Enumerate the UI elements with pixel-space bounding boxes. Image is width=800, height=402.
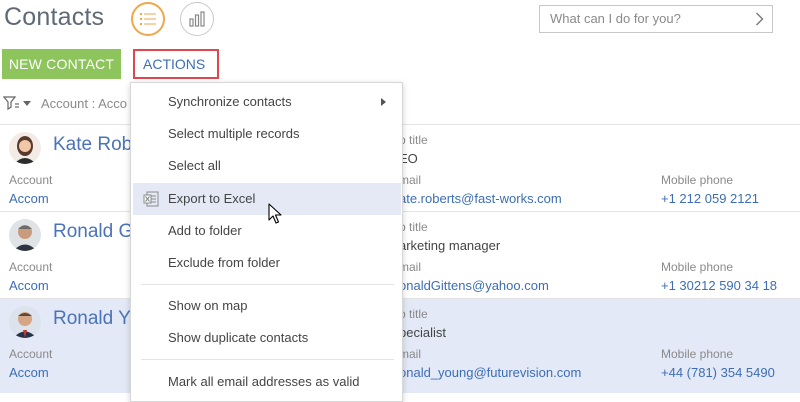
filter-caret-icon[interactable] xyxy=(23,101,31,106)
filter-tag[interactable]: Account : Acco xyxy=(41,96,127,111)
search-placeholder: What can I do for you? xyxy=(550,11,681,26)
filter-icon[interactable] xyxy=(3,96,20,111)
actions-label: ACTIONS xyxy=(143,56,206,72)
contact-name[interactable]: Ronald Yo xyxy=(53,308,140,330)
menu-item-export-to-excel[interactable]: Export to Excel xyxy=(133,183,401,215)
account-label: Account xyxy=(9,347,53,361)
mobile-label: Mobile phone xyxy=(661,173,734,187)
avatar xyxy=(9,132,41,164)
account-link[interactable]: Accom xyxy=(9,191,49,206)
page-title: Contacts xyxy=(4,3,105,31)
mobile-link[interactable]: +1 212 059 2121 xyxy=(661,191,759,206)
new-contact-button[interactable]: NEW CONTACT xyxy=(2,49,121,79)
menu-divider xyxy=(141,359,394,360)
account-link[interactable]: Accom xyxy=(9,365,49,380)
actions-button[interactable]: ACTIONS xyxy=(133,49,219,93)
job-title-label: b title xyxy=(399,133,428,147)
job-title-label: b title xyxy=(399,220,428,234)
bar-chart-icon xyxy=(189,11,205,27)
job-title-value: arketing manager xyxy=(399,238,501,253)
menu-item-show-duplicate-contacts[interactable]: Show duplicate contacts xyxy=(131,322,402,354)
mobile-label: Mobile phone xyxy=(661,260,734,274)
mobile-label: Mobile phone xyxy=(661,347,734,361)
menu-item-select-all[interactable]: Select all xyxy=(131,150,402,182)
mouse-cursor-icon xyxy=(268,203,282,224)
mobile-link[interactable]: +44 (781) 354 5490 xyxy=(661,365,775,380)
menu-item-mark-emails-valid[interactable]: Mark all email addresses as valid xyxy=(131,366,402,398)
chevron-right-icon[interactable] xyxy=(755,12,764,26)
job-title-value: pecialist xyxy=(399,325,446,340)
email-link[interactable]: ate.roberts@fast-works.com xyxy=(399,191,562,206)
avatar xyxy=(9,219,41,251)
menu-item-add-to-folder[interactable]: Add to folder xyxy=(131,215,402,247)
email-link[interactable]: onald_young@futurevision.com xyxy=(399,365,581,380)
menu-item-label: Export to Excel xyxy=(168,191,256,206)
submenu-arrow-icon xyxy=(381,98,386,106)
email-link[interactable]: onaldGittens@yahoo.com xyxy=(399,278,549,293)
actions-menu: Synchronize contacts Select multiple rec… xyxy=(130,82,403,402)
menu-item-select-multiple-records[interactable]: Select multiple records xyxy=(131,118,402,150)
contact-name[interactable]: Ronald G xyxy=(53,221,133,243)
list-view-button[interactable] xyxy=(131,2,165,36)
menu-item-label: Synchronize contacts xyxy=(168,94,292,109)
account-label: Account xyxy=(9,260,53,274)
account-link[interactable]: Accom xyxy=(9,278,49,293)
menu-divider xyxy=(141,284,394,285)
mobile-link[interactable]: +1 30212 590 34 18 xyxy=(661,278,777,293)
account-label: Account xyxy=(9,173,53,187)
menu-item-show-on-map[interactable]: Show on map xyxy=(131,290,402,322)
excel-icon xyxy=(143,191,159,207)
menu-item-exclude-from-folder[interactable]: Exclude from folder xyxy=(131,247,402,279)
list-icon xyxy=(140,13,156,25)
job-title-label: b title xyxy=(399,307,428,321)
avatar xyxy=(9,306,41,338)
menu-item-synchronize-contacts[interactable]: Synchronize contacts xyxy=(131,86,402,118)
analytics-view-button[interactable] xyxy=(180,2,214,36)
command-search-input[interactable]: What can I do for you? xyxy=(539,5,773,33)
